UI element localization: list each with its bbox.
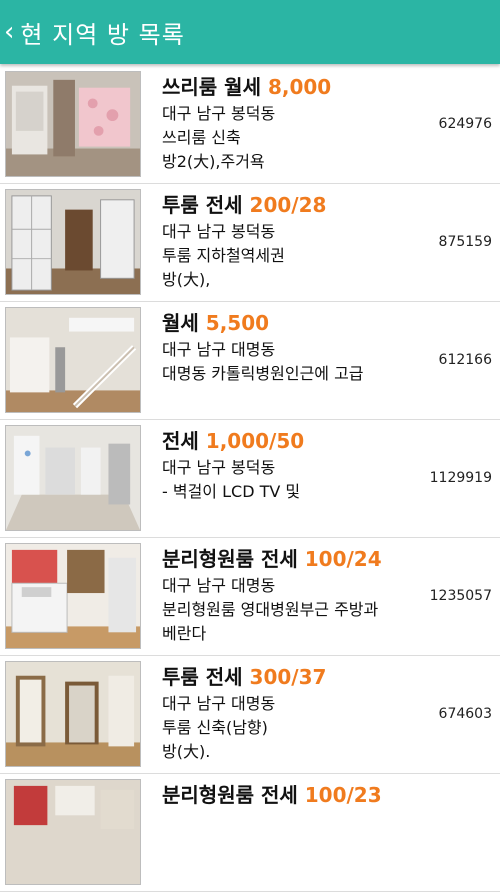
room-photo [5, 543, 141, 649]
listing-code: 612166 [438, 352, 492, 368]
listing-type: 쓰리룸 월세 [162, 75, 261, 99]
room-photo [5, 189, 141, 295]
room-photo [5, 71, 141, 177]
page-title: 현 지역 방 목록 [20, 20, 185, 49]
listing-row[interactable]: 분리형원룸 전세 100/24 대구 남구 대명동 분리형원룸 영대병원부근 주… [0, 538, 500, 656]
listing-price: 100/23 [304, 783, 382, 807]
listing-price: 5,500 [205, 311, 270, 335]
listing-code: 1235057 [429, 588, 492, 604]
listing-area: 대구 남구 대명동 [162, 340, 276, 359]
listing-list: 쓰리룸 월세 8,000 대구 남구 봉덕동 쓰리룸 신축 방2(大),주거욕 … [0, 66, 500, 892]
listing-price: 1,000/50 [205, 429, 305, 453]
listing-area: 대구 남구 대명동 [162, 694, 276, 713]
listing-code: 624976 [438, 116, 492, 132]
listing-row[interactable]: 분리형원룸 전세 100/23 [0, 774, 500, 892]
listing-row[interactable]: 전세 1,000/50 대구 남구 봉덕동 - 벽걸이 LCD TV 및 112… [0, 420, 500, 538]
listing-desc: 분리형원룸 영대병원부근 주방과 [162, 600, 379, 619]
listing-desc: 투룸 지하철역세권 [162, 246, 285, 265]
listing-desc: 방(大). [162, 742, 211, 761]
listing-headline: 투룸 전세 200/28 [162, 190, 432, 220]
listing-code: 674603 [438, 706, 492, 722]
listing-headline: 분리형원룸 전세 100/24 [162, 544, 432, 574]
listing-row[interactable]: 투룸 전세 200/28 대구 남구 봉덕동 투룸 지하철역세권 방(大), 8… [0, 184, 500, 302]
listing-code: 1129919 [429, 470, 492, 486]
listing-type: 분리형원룸 전세 [162, 547, 298, 571]
listing-price: 8,000 [267, 75, 332, 99]
listing-area: 대구 남구 봉덕동 [162, 222, 276, 241]
listing-type: 투룸 전세 [162, 193, 243, 217]
listing-row[interactable]: 쓰리룸 월세 8,000 대구 남구 봉덕동 쓰리룸 신축 방2(大),주거욕 … [0, 66, 500, 184]
listing-price: 300/37 [249, 665, 327, 689]
listing-type: 월세 [162, 311, 199, 335]
listing-desc: 방2(大),주거욕 [162, 152, 265, 171]
listing-row[interactable]: 월세 5,500 대구 남구 대명동 대명동 카톨릭병원인근에 고급 61216… [0, 302, 500, 420]
room-photo [5, 779, 141, 885]
listing-desc: 투룸 신축(남향) [162, 718, 268, 737]
listing-code: 875159 [438, 234, 492, 250]
listing-type: 전세 [162, 429, 199, 453]
room-photo [5, 307, 141, 413]
room-photo [5, 661, 141, 767]
listing-row[interactable]: 투룸 전세 300/37 대구 남구 대명동 투룸 신축(남향) 방(大). 6… [0, 656, 500, 774]
listing-price: 100/24 [304, 547, 382, 571]
listing-headline: 전세 1,000/50 [162, 426, 432, 456]
listing-headline: 월세 5,500 [162, 308, 432, 338]
listing-area: 대구 남구 봉덕동 [162, 458, 276, 477]
room-photo [5, 425, 141, 531]
app-header: ‹ 현 지역 방 목록 [0, 0, 500, 64]
listing-desc: 방(大), [162, 270, 211, 289]
listing-area: 대구 남구 대명동 [162, 576, 276, 595]
listing-price: 200/28 [249, 193, 327, 217]
listing-desc: - 벽걸이 LCD TV 및 [162, 482, 301, 501]
listing-headline: 투룸 전세 300/37 [162, 662, 432, 692]
listing-desc: 대명동 카톨릭병원인근에 고급 [162, 364, 364, 383]
listing-type: 투룸 전세 [162, 665, 243, 689]
listing-desc: 베란다 [162, 624, 207, 643]
listing-area: 대구 남구 봉덕동 [162, 104, 276, 123]
listing-type: 분리형원룸 전세 [162, 783, 298, 807]
back-chevron-icon[interactable]: ‹ [4, 0, 14, 64]
listing-headline: 쓰리룸 월세 8,000 [162, 72, 432, 102]
listing-headline: 분리형원룸 전세 100/23 [162, 780, 432, 810]
listing-desc: 쓰리룸 신축 [162, 128, 241, 147]
